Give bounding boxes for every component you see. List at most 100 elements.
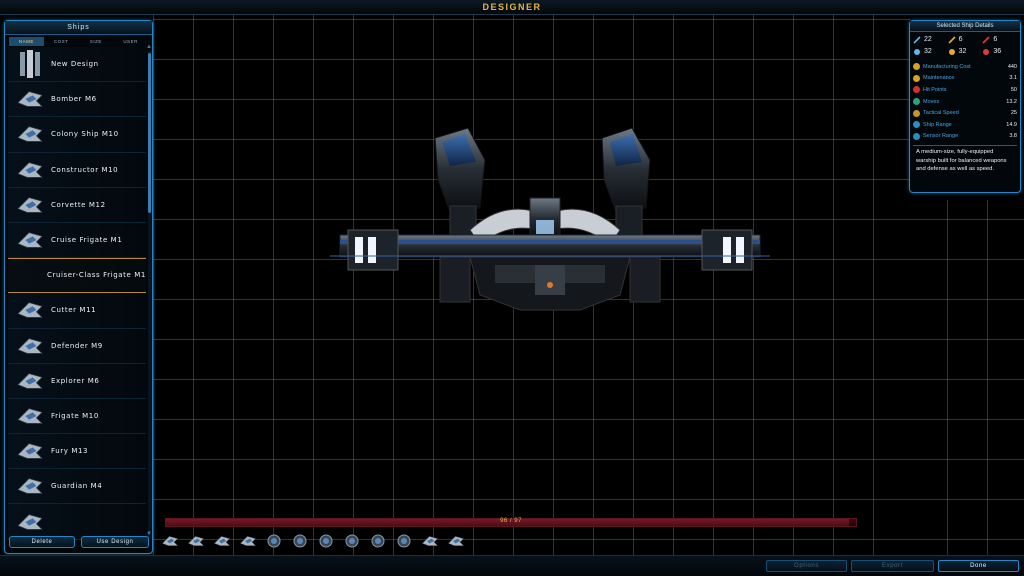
export-button[interactable]: Export (851, 560, 934, 572)
attribute-label: Ship Range (923, 121, 952, 128)
combat-stat: 22 (913, 34, 948, 45)
combat-stat: 36 (982, 46, 1017, 57)
attribute-value: 13.2 (1006, 98, 1017, 105)
done-button[interactable]: Done (938, 560, 1019, 572)
attribute-value: 50 (1010, 86, 1017, 93)
ship-list-item[interactable]: Colony Ship M10 (8, 117, 146, 153)
missile-component-icon (371, 534, 385, 548)
attribute-row: Maintenance 3.1 (913, 73, 1017, 85)
combat-stat: 6 (982, 34, 1017, 45)
attribute-icon (913, 63, 920, 71)
combat-stat: 32 (913, 46, 948, 57)
combat-stat-value: 36 (993, 48, 1002, 55)
ship-hull-model[interactable] (320, 120, 780, 330)
component-slot[interactable] (186, 534, 206, 548)
component-slot[interactable] (368, 534, 388, 548)
right-tower (601, 127, 651, 237)
ship-name: Corvette M12 (51, 200, 106, 209)
ship-list-item[interactable]: Frigate M10 (8, 398, 146, 435)
combat-stat: 6 (948, 34, 983, 45)
ship-thumbnail (13, 332, 47, 360)
delete-button[interactable]: Delete (9, 536, 75, 548)
combat-stat-value: 6 (993, 36, 998, 43)
beam-component-icon (345, 534, 359, 548)
kinetic-weapon-icon (982, 35, 990, 44)
attribute-label: Sensor Range (923, 133, 959, 140)
new-design-icon (20, 50, 40, 79)
scroll-up-icon[interactable]: ▲ (146, 44, 152, 50)
attribute-value: 3.8 (1009, 133, 1017, 140)
component-slot[interactable] (212, 534, 232, 548)
bomber-ship-icon (17, 91, 43, 107)
ship-name: Cutter M11 (51, 306, 97, 315)
options-button[interactable]: Options (766, 560, 847, 572)
ship-name: Guardian M4 (51, 482, 103, 491)
ship-list-item[interactable]: Bomber M6 (8, 82, 146, 118)
ship-list-item[interactable]: Fury M13 (8, 434, 146, 470)
use-design-button[interactable]: Use Design (81, 536, 149, 548)
component-slot[interactable] (290, 534, 310, 548)
point-defense-component-icon (319, 534, 333, 548)
ship-thumbnail (13, 472, 47, 500)
ship-list-item[interactable]: Explorer M6 (8, 363, 146, 399)
ship-list-item[interactable] (8, 504, 146, 540)
ship-thumbnail (13, 402, 47, 430)
colony-ship-icon (17, 126, 43, 143)
ship-name: Cruise Frigate M1 (51, 236, 123, 245)
component-slot[interactable] (446, 534, 466, 548)
attribute-icon (913, 86, 920, 94)
attribute-label: Manufacturing Cost (923, 63, 971, 70)
window-title: Designer (482, 2, 542, 12)
component-slot[interactable] (394, 534, 414, 548)
attribute-row: Ship Range 14.9 (913, 119, 1017, 131)
ship-name: Frigate M10 (51, 411, 99, 420)
ship-thumbnail (13, 120, 47, 148)
ship-list-item[interactable]: Corvette M12 (8, 187, 146, 223)
thruster-component-icon (422, 536, 439, 546)
ship-name: Explorer M6 (51, 376, 100, 385)
sort-tab-user[interactable]: User (113, 37, 148, 46)
engine-component-icon (162, 536, 179, 546)
ship-list-item[interactable]: Defender M9 (8, 328, 146, 364)
scrollbar-thumb[interactable] (148, 53, 151, 213)
ship-list-item[interactable]: Cruiser-Class Frigate M1 (8, 258, 146, 294)
bottom-bar: Options Export Done (0, 555, 1024, 576)
attribute-label: Moves (923, 98, 940, 105)
ship-list-item[interactable]: New Design (8, 47, 146, 83)
ship-thumbnail (13, 367, 47, 395)
sort-tab-size[interactable]: Size (79, 37, 114, 46)
component-slot[interactable] (160, 534, 180, 548)
ship-list-item[interactable]: Constructor M10 (8, 152, 146, 188)
ship-list-item[interactable]: Cutter M11 (8, 293, 146, 329)
shield-defense-icon (914, 48, 920, 55)
component-slot[interactable] (316, 534, 336, 548)
ship-list-item[interactable]: Cruise Frigate M1 (8, 222, 146, 259)
attribute-icon (913, 132, 920, 140)
window-title-bar: Designer (0, 0, 1024, 15)
defender-ship-icon (17, 337, 43, 354)
frigate-ship-icon (17, 408, 43, 424)
ship-list-item[interactable]: Guardian M4 (8, 469, 146, 505)
component-slot[interactable] (264, 534, 284, 548)
attribute-row: Manufacturing Cost 440 (913, 61, 1017, 73)
sort-tab-cost[interactable]: Cost (44, 37, 79, 46)
right-wing-pod (701, 229, 753, 271)
component-slot[interactable] (238, 534, 258, 548)
armor-defense-icon (983, 48, 990, 55)
cutter-ship-icon (17, 302, 43, 319)
component-slot[interactable] (420, 534, 440, 548)
ship-name: Colony Ship M10 (51, 130, 119, 139)
ship-thumbnail (13, 191, 47, 219)
ship-thumbnail (13, 50, 47, 79)
ship-name: Constructor M10 (51, 165, 119, 174)
attribute-value: 25 (1010, 110, 1017, 117)
ship-list-scrollbar[interactable] (148, 51, 151, 539)
attribute-label: Tactical Speed (923, 110, 959, 117)
component-slot[interactable] (342, 534, 362, 548)
explorer-ship-icon (17, 373, 43, 389)
missile-weapon-icon (948, 35, 956, 44)
ship-thumbnail (13, 226, 47, 254)
sort-tab-name[interactable]: Name (9, 37, 44, 46)
left-wing-pod (347, 229, 399, 271)
guardian-ship-icon (17, 478, 43, 495)
